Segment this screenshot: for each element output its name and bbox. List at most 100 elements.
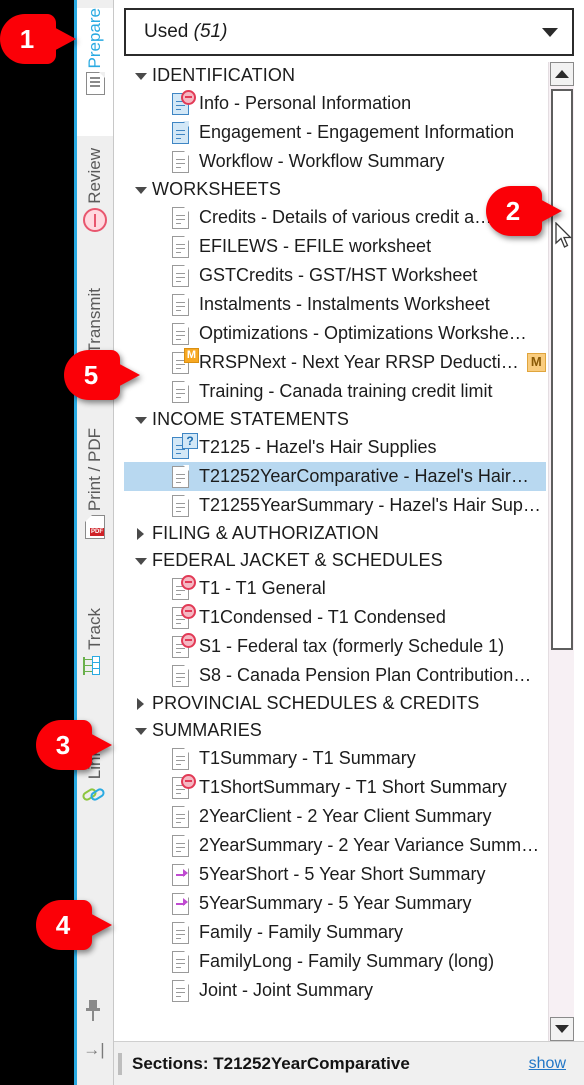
form-document-icon: M: [170, 347, 199, 376]
tree-item-2yearclient-2-year-client-summary[interactable]: 2YearClient - 2 Year Client Summary: [124, 802, 546, 831]
tree-group-label: WORKSHEETS: [152, 179, 282, 199]
triangle-expanded-icon[interactable]: [134, 69, 148, 83]
ribbon-tab-prepare[interactable]: Prepare: [77, 8, 113, 136]
tree-item-5yearshort-5-year-short-summary[interactable]: 5YearShort - 5 Year Short Summary: [124, 860, 546, 889]
tree-item-familylong-family-summary-long[interactable]: FamilyLong - Family Summary (long): [124, 947, 546, 976]
show-sections-link[interactable]: show: [529, 1055, 566, 1073]
tree-group-label: IDENTIFICATION: [152, 65, 296, 85]
document-sheet: [172, 494, 190, 517]
tree-group-label: FILING & AUTHORIZATION: [152, 523, 379, 543]
triangle-collapsed-icon[interactable]: [134, 697, 148, 711]
form-document-icon: [170, 292, 192, 318]
memo-chip-badge[interactable]: M: [526, 353, 546, 372]
tree-item-label: Family - Family Summary: [199, 922, 404, 942]
form-document-icon: [170, 574, 196, 602]
tree-item-t1shortsummary-t1-short-summary[interactable]: T1ShortSummary - T1 Short Summary: [124, 773, 546, 802]
tree-item-instalments-instalments-worksheet[interactable]: Instalments - Instalments Worksheet: [124, 290, 546, 319]
tree-item-workflow-workflow-summary[interactable]: Workflow - Workflow Summary: [124, 147, 546, 176]
link-icon: [80, 784, 108, 806]
tree-item-label: Engagement - Engagement Information: [199, 122, 515, 142]
document-sheet: [172, 834, 190, 857]
annotation-marker-4: 4: [36, 900, 112, 950]
tree-item-engagement-engagement-information[interactable]: Engagement - Engagement Information: [124, 118, 546, 147]
forms-panel: Used (51) IDENTIFICATION Info - Personal …: [114, 0, 584, 1085]
tree-item-2yearsummary-2-year-variance-summ[interactable]: 2YearSummary - 2 Year Variance Summ…: [124, 831, 546, 860]
tree-item-t1condensed-t1-condensed[interactable]: T1Condensed - T1 Condensed: [124, 603, 546, 632]
ribbon-tab-label: Transmit: [85, 288, 104, 354]
tree-item-5yearsummary-5-year-summary[interactable]: 5YearSummary - 5 Year Summary: [124, 889, 546, 918]
tree-item-label: 5YearShort - 5 Year Short Summary: [199, 864, 486, 884]
form-document-icon: [170, 89, 196, 117]
tree-item-s8-canada-pension-plan-contribution[interactable]: S8 - Canada Pension Plan Contribution…: [124, 661, 546, 690]
triangle-expanded-icon[interactable]: [134, 724, 148, 738]
scrollbar-thumb[interactable]: [551, 89, 573, 650]
tree-item-t21255yearsummary-hazel-s-hair-sup[interactable]: T21255YearSummary - Hazel's Hair Sup…: [124, 491, 546, 520]
tree-item-s1-federal-tax-formerly-schedule-1[interactable]: S1 - Federal tax (formerly Schedule 1): [124, 632, 546, 661]
collapse-panel-icon[interactable]: →|: [82, 1040, 106, 1060]
annotation-marker-number: 2: [505, 195, 521, 226]
tree-item-rrspnext-next-year-rrsp-deducti[interactable]: M RRSPNext - Next Year RRSP Deducti… M: [124, 347, 546, 377]
tree-group-label: FEDERAL JACKET & SCHEDULES: [152, 550, 443, 570]
tree-item-credits-details-of-various-credit-a[interactable]: Credits - Details of various credit a…: [124, 203, 546, 232]
tree-item-label: T1ShortSummary - T1 Short Summary: [199, 777, 507, 797]
document-sheet: [172, 322, 190, 345]
tree-item-label: RRSPNext - Next Year RRSP Deducti…: [199, 352, 519, 372]
triangle-expanded-icon[interactable]: [134, 413, 148, 427]
triangle-expanded-icon[interactable]: [134, 183, 148, 197]
form-document-icon: [170, 234, 192, 260]
tree-item-t1-t1-general[interactable]: T1 - T1 General: [124, 574, 546, 603]
tree-item-info-personal-information[interactable]: Info - Personal Information: [124, 89, 546, 118]
ribbon-tab-track[interactable]: Track: [77, 608, 113, 736]
tree-item-training-canada-training-credit-limit[interactable]: Training - Canada training credit limit: [124, 377, 546, 406]
tree-group-label: SUMMARIES: [152, 720, 262, 740]
form-document-icon: [170, 321, 192, 347]
pin-icon[interactable]: [83, 1000, 103, 1022]
tree-item-gstcredits-gst-hst-worksheet[interactable]: GSTCredits - GST/HST Worksheet: [124, 261, 546, 290]
form-filter-dropdown[interactable]: Used (51): [124, 8, 574, 56]
form-document-icon: [170, 804, 192, 830]
document-sheet: [172, 664, 190, 687]
tree-item-label: S8 - Canada Pension Plan Contribution…: [199, 665, 532, 685]
tree-group-summaries[interactable]: SUMMARIES: [124, 717, 546, 744]
triangle-expanded-icon[interactable]: [134, 554, 148, 568]
tree-group-worksheets[interactable]: WORKSHEETS: [124, 176, 546, 203]
forward-arrow-icon: [183, 868, 188, 877]
document-sheet: [172, 264, 190, 287]
no-entry-badge-icon: [181, 603, 196, 619]
tree-item-label: Credits - Details of various credit a…: [199, 207, 493, 227]
form-document-icon: [170, 149, 192, 175]
tree-item-label: T2125 - Hazel's Hair Supplies: [199, 437, 437, 457]
tree-item-t2125-hazel-s-hair-supplies[interactable]: ? T2125 - Hazel's Hair Supplies: [124, 432, 546, 462]
tree-item-optimizations-optimizations-workshe[interactable]: Optimizations - Optimizations Workshe…: [124, 319, 546, 348]
annotation-marker-5: 5: [64, 350, 140, 400]
no-entry-badge-icon: [181, 89, 196, 105]
tree-item-t21252yearcomparative-hazel-s-hair[interactable]: T21252YearComparative - Hazel's Hair…: [124, 462, 546, 491]
ribbon-tab-print-pdf[interactable]: Print / PDF PDF: [77, 428, 113, 596]
document-sheet: [172, 950, 190, 973]
ribbon-tab-label: Print / PDF: [85, 428, 104, 512]
form-document-icon: [170, 603, 196, 631]
tree-item-label: T21252YearComparative - Hazel's Hair…: [199, 466, 529, 486]
triangle-collapsed-icon[interactable]: [134, 527, 148, 541]
tree-group-federal-jacket-schedules[interactable]: FEDERAL JACKET & SCHEDULES: [124, 547, 546, 574]
chevron-down-icon[interactable]: [542, 27, 558, 37]
tree-item-label: T1Summary - T1 Summary: [199, 748, 416, 768]
tree-item-label: 2YearClient - 2 Year Client Summary: [199, 806, 492, 826]
form-document-icon: [170, 379, 192, 405]
tree-item-joint-joint-summary[interactable]: Joint - Joint Summary: [124, 976, 546, 1005]
tree-group-provincial-schedules-credits[interactable]: PROVINCIAL SCHEDULES & CREDITS: [124, 690, 546, 717]
tree-group-filing-authorization[interactable]: FILING & AUTHORIZATION: [124, 520, 546, 547]
no-entry-badge-icon: [181, 773, 196, 789]
form-document-icon: [170, 746, 192, 772]
tree-item-t1summary-t1-summary[interactable]: T1Summary - T1 Summary: [124, 744, 546, 773]
document-sheet: [172, 380, 190, 403]
tree-item-efilews-efile-worksheet[interactable]: EFILEWS - EFILE worksheet: [124, 232, 546, 261]
tree-group-identification[interactable]: IDENTIFICATION: [124, 62, 546, 89]
scroll-up-arrow-icon[interactable]: [550, 62, 574, 86]
tree-group-income-statements[interactable]: INCOME STATEMENTS: [124, 406, 546, 433]
form-filter-label: Used: [144, 21, 189, 42]
ribbon-tab-review[interactable]: Review: [77, 148, 113, 276]
scroll-down-arrow-icon[interactable]: [550, 1017, 574, 1041]
tree-item-family-family-summary[interactable]: Family - Family Summary: [124, 918, 546, 947]
ribbon-tab-label: Prepare: [85, 8, 104, 69]
